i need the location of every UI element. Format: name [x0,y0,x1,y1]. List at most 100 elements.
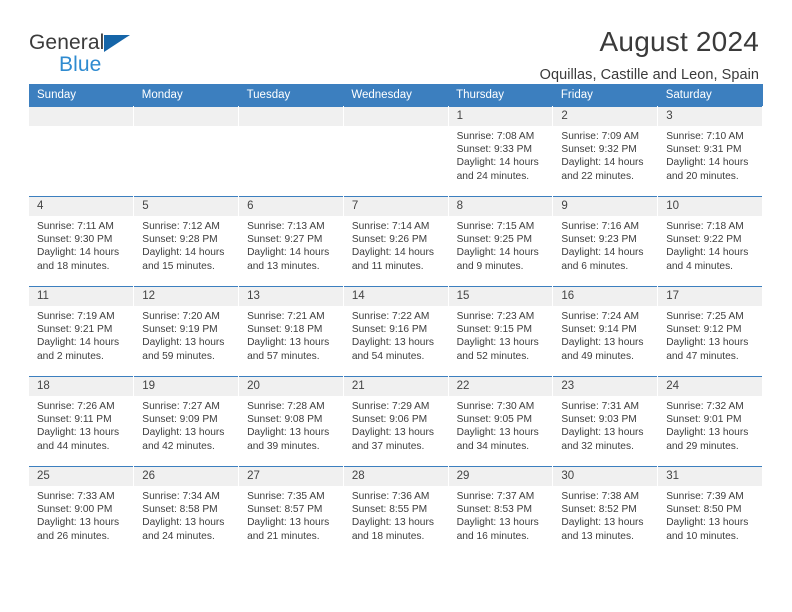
daylight-text-line1: Daylight: 13 hours [666,517,749,529]
calendar-cell-day-27[interactable]: 27 Sunrise: 7:35 AM Sunset: 8:57 PM Dayligh… [238,466,344,557]
calendar-cell-day-26[interactable]: 26 Sunrise: 7:34 AM Sunset: 8:58 PM Dayligh… [133,466,240,557]
general-blue-logo[interactable]: General Blue [29,26,149,75]
title-block: August 2024 Oquillas, Castille and Leon,… [540,26,759,83]
day-number: 23 [553,377,658,396]
calendar-cell-day-2[interactable]: 2 Sunrise: 7:09 AM Sunset: 9:32 PM Daylight… [552,106,659,197]
day-details: Sunrise: 7:11 AM Sunset: 9:30 PM Daylight:… [29,216,133,273]
sunrise-text: Sunrise: 7:22 AM [351,311,430,322]
day-number [134,107,239,126]
calendar-cell-day-8[interactable]: 8 Sunrise: 7:15 AM Sunset: 9:25 PM Daylight… [448,196,554,287]
weekday-header-sunday: Sunday [29,84,134,107]
calendar-cell-day-18[interactable]: 18 Sunrise: 7:26 AM Sunset: 9:11 PM Dayligh… [29,376,135,467]
calendar-cell-day-10[interactable]: 10 Sunrise: 7:18 AM Sunset: 9:22 PM Dayligh… [657,196,763,287]
calendar-cell-day-20[interactable]: 20 Sunrise: 7:28 AM Sunset: 9:08 PM Dayligh… [238,376,344,467]
calendar-cell-day-30[interactable]: 30 Sunrise: 7:38 AM Sunset: 8:52 PM Dayligh… [552,466,659,557]
sunrise-text: Sunrise: 7:26 AM [37,401,115,412]
calendar-week-row: 1 Sunrise: 7:08 AM Sunset: 9:33 PM Daylight… [29,106,763,197]
day-details: Sunrise: 7:37 AM Sunset: 8:53 PM Daylight:… [449,486,553,543]
calendar-cell-day-17[interactable]: 17 Sunrise: 7:25 AM Sunset: 9:12 PM Dayligh… [657,286,763,377]
daylight-text-line1: Daylight: 14 hours [247,247,330,259]
day-details: Sunrise: 7:23 AM Sunset: 9:15 PM Daylight:… [449,306,553,363]
sunrise-text: Sunrise: 7:31 AM [561,401,639,412]
daylight-text-line2: and 13 minutes. [561,530,634,542]
daylight-text-line1: Daylight: 13 hours [666,427,749,439]
calendar-cell-day-16[interactable]: 16 Sunrise: 7:24 AM Sunset: 9:14 PM Dayligh… [552,286,659,377]
calendar-cell-day-25[interactable]: 25 Sunrise: 7:33 AM Sunset: 9:00 PM Dayligh… [29,466,135,557]
day-details: Sunrise: 7:21 AM Sunset: 9:18 PM Daylight:… [239,306,343,363]
daylight-text-line2: and 18 minutes. [37,260,110,272]
daylight-text-line1: Daylight: 13 hours [351,427,434,439]
calendar-cell-day-12[interactable]: 12 Sunrise: 7:20 AM Sunset: 9:19 PM Dayligh… [133,286,240,377]
day-number: 24 [658,377,762,396]
day-number: 16 [553,287,658,306]
daylight-text-line2: and 15 minutes. [142,260,215,272]
calendar-cell-day-13[interactable]: 13 Sunrise: 7:21 AM Sunset: 9:18 PM Dayligh… [238,286,344,377]
sunset-text: Sunset: 8:53 PM [456,504,532,516]
day-details: Sunrise: 7:38 AM Sunset: 8:52 PM Daylight:… [553,486,657,543]
calendar-cell-day-4[interactable]: 4 Sunrise: 7:11 AM Sunset: 9:30 PM Daylight… [29,196,135,287]
calendar-container: Sunday Monday Tuesday Wednesday Thursday Frid… [29,84,763,557]
daylight-text-line2: and 20 minutes. [666,170,739,182]
calendar-cell-day-6[interactable]: 6 Sunrise: 7:13 AM Sunset: 9:27 PM Daylight… [238,196,344,287]
daylight-text-line1: Daylight: 13 hours [456,337,539,349]
daylight-text-line2: and 49 minutes. [561,350,634,362]
day-number: 29 [448,467,553,486]
day-number: 15 [448,287,553,306]
calendar-cell-day-7[interactable]: 7 Sunrise: 7:14 AM Sunset: 9:26 PM Daylight… [343,196,449,287]
day-number: 18 [29,377,134,396]
calendar-cell-day-21[interactable]: 21 Sunrise: 7:29 AM Sunset: 9:06 PM Dayligh… [343,376,449,467]
weekday-header-wednesday: Wednesday [343,84,449,107]
daylight-text-line2: and 13 minutes. [247,260,320,272]
day-details: Sunrise: 7:32 AM Sunset: 9:01 PM Daylight:… [658,396,762,453]
daylight-text-line2: and 57 minutes. [247,350,320,362]
daylight-text-line2: and 44 minutes. [37,440,110,452]
sunset-text: Sunset: 9:26 PM [351,234,428,246]
daylight-text-line1: Daylight: 14 hours [142,247,225,259]
calendar-cell-day-29[interactable]: 29 Sunrise: 7:37 AM Sunset: 8:53 PM Dayligh… [448,466,554,557]
calendar-cell-day-3[interactable]: 3 Sunrise: 7:10 AM Sunset: 9:31 PM Daylight… [657,106,763,197]
day-details: Sunrise: 7:33 AM Sunset: 9:00 PM Daylight:… [29,486,133,543]
day-number: 31 [658,467,762,486]
day-details: Sunrise: 7:31 AM Sunset: 9:03 PM Daylight:… [553,396,657,453]
weekday-header-friday: Friday [552,84,658,107]
calendar-cell-day-23[interactable]: 23 Sunrise: 7:31 AM Sunset: 9:03 PM Dayligh… [552,376,659,467]
calendar-cell-day-22[interactable]: 22 Sunrise: 7:30 AM Sunset: 9:05 PM Dayligh… [448,376,554,467]
daylight-text-line1: Daylight: 13 hours [561,427,644,439]
sunset-text: Sunset: 9:12 PM [666,324,742,336]
daylight-text-line2: and 2 minutes. [37,350,104,362]
daylight-text-line1: Daylight: 13 hours [561,337,644,349]
day-details: Sunrise: 7:34 AM Sunset: 8:58 PM Daylight:… [134,486,238,543]
daylight-text-line1: Daylight: 13 hours [247,337,330,349]
calendar-cell-day-15[interactable]: 15 Sunrise: 7:23 AM Sunset: 9:15 PM Dayligh… [448,286,554,377]
calendar-cell-day-31[interactable]: 31 Sunrise: 7:39 AM Sunset: 8:50 PM Dayligh… [657,466,763,557]
calendar-cell-day-19[interactable]: 19 Sunrise: 7:27 AM Sunset: 9:09 PM Dayligh… [133,376,240,467]
daylight-text-line1: Daylight: 13 hours [37,427,120,439]
calendar-cell-day-9[interactable]: 9 Sunrise: 7:16 AM Sunset: 9:23 PM Daylight… [552,196,659,287]
day-number: 25 [29,467,134,486]
daylight-text-line2: and 29 minutes. [666,440,739,452]
page-header: General Blue August 2024 Oquillas, Casti… [0,0,792,83]
calendar-cell-day-14[interactable]: 14 Sunrise: 7:22 AM Sunset: 9:16 PM Dayligh… [343,286,449,377]
weekday-header-thursday: Thursday [448,84,553,107]
calendar-cell-day-28[interactable]: 28 Sunrise: 7:36 AM Sunset: 8:55 PM Dayligh… [343,466,449,557]
calendar-week-row: 11 Sunrise: 7:19 AM Sunset: 9:21 PM Dayligh… [29,286,763,377]
daylight-text-line1: Daylight: 14 hours [456,157,539,169]
day-details: Sunrise: 7:29 AM Sunset: 9:06 PM Daylight:… [344,396,448,453]
day-details: Sunrise: 7:28 AM Sunset: 9:08 PM Daylight:… [239,396,343,453]
sunset-text: Sunset: 9:18 PM [247,324,323,336]
calendar-cell-day-1[interactable]: 1 Sunrise: 7:08 AM Sunset: 9:33 PM Daylight… [448,106,554,197]
sunrise-text: Sunrise: 7:21 AM [247,311,325,322]
sunrise-text: Sunrise: 7:24 AM [561,311,639,322]
calendar-cell-day-11[interactable]: 11 Sunrise: 7:19 AM Sunset: 9:21 PM Dayligh… [29,286,135,377]
sunset-text: Sunset: 8:55 PM [351,504,428,516]
calendar-cell-day-24[interactable]: 24 Sunrise: 7:32 AM Sunset: 9:01 PM Dayligh… [657,376,763,467]
calendar-cell-day-5[interactable]: 5 Sunrise: 7:12 AM Sunset: 9:28 PM Daylight… [133,196,240,287]
weekday-header: Sunday Monday Tuesday Wednesday Thursday Frid… [29,84,763,107]
calendar-header-row: Sunday Monday Tuesday Wednesday Thursday Frid… [29,84,763,107]
day-details: Sunrise: 7:15 AM Sunset: 9:25 PM Daylight:… [449,216,553,273]
sunrise-text: Sunrise: 7:16 AM [561,221,639,232]
day-details: Sunrise: 7:09 AM Sunset: 9:32 PM Daylight:… [553,126,657,183]
weekday-header-tuesday: Tuesday [238,84,344,107]
day-number: 12 [134,287,239,306]
daylight-text-line2: and 10 minutes. [666,530,739,542]
